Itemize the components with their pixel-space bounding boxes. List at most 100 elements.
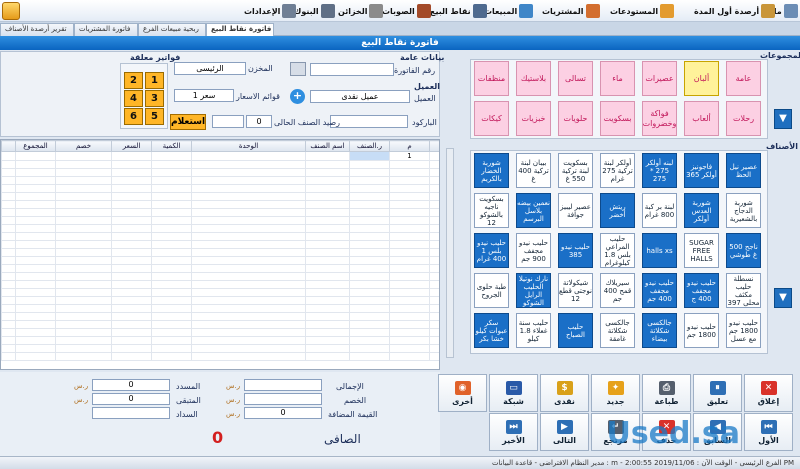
menu-item-8[interactable]: البنوك (294, 3, 335, 19)
grid-cell[interactable] (429, 224, 439, 233)
grid-cell[interactable] (111, 184, 152, 193)
grid-cell[interactable] (55, 176, 112, 185)
grid-cell[interactable] (55, 240, 112, 249)
grid-cell[interactable] (349, 288, 390, 297)
grid-cell[interactable] (305, 176, 350, 185)
grid-cell[interactable] (151, 304, 192, 313)
grid-cell[interactable] (389, 192, 430, 201)
grid-cell[interactable] (305, 296, 350, 305)
grid-cell[interactable] (1, 288, 16, 297)
grid-cell[interactable] (15, 192, 56, 201)
grid-cell[interactable] (55, 312, 112, 321)
grid-cell[interactable] (111, 344, 152, 353)
grid-cell[interactable] (1, 208, 16, 217)
grid-cell[interactable] (151, 280, 192, 289)
table-row[interactable] (1, 208, 439, 217)
grid-cell[interactable] (111, 256, 152, 265)
menu-item-5[interactable]: نقاط البيع (430, 3, 487, 19)
new-button[interactable]: ✦ جديد (591, 374, 640, 412)
grid-cell[interactable] (349, 176, 390, 185)
grid-cell[interactable] (429, 312, 439, 321)
grid-cell[interactable] (389, 296, 430, 305)
grid-cell[interactable] (111, 232, 152, 241)
grid-cell[interactable] (55, 264, 112, 273)
grid-cell[interactable] (111, 352, 152, 361)
grid-cell[interactable] (191, 248, 306, 257)
grid-cell[interactable] (15, 248, 56, 257)
item-button[interactable]: ناجح 500 غ طوشي (726, 233, 761, 268)
tab-branch-profit[interactable]: ربحية مبيعات الفرع (138, 23, 206, 36)
item-button[interactable]: halls xs (642, 233, 677, 268)
item-button[interactable]: سكر عبوات كيلو خشا بكر (474, 313, 509, 348)
grid-cell[interactable] (15, 200, 56, 209)
grid-cell[interactable] (55, 184, 112, 193)
grid-cell[interactable] (429, 336, 439, 345)
grid-cell[interactable] (429, 208, 439, 217)
grid-cell[interactable] (389, 336, 430, 345)
grid-cell[interactable] (111, 264, 152, 273)
grid-cell[interactable] (349, 208, 390, 217)
grid-cell[interactable] (151, 168, 192, 177)
grid-cell[interactable] (1, 176, 16, 185)
group-button[interactable]: ماء (600, 61, 635, 96)
item-button[interactable]: شوربة العدس أولكر (684, 193, 719, 228)
invoice-items-grid[interactable]: المجموع خصم السعر الكمية الوحدة اسم الصن… (0, 139, 440, 370)
grid-cell[interactable] (429, 320, 439, 329)
grid-cell[interactable] (429, 151, 439, 161)
table-row[interactable] (1, 184, 439, 193)
grid-cell[interactable] (389, 280, 430, 289)
grid-cell[interactable] (55, 280, 112, 289)
item-button[interactable]: حليب سنة غعلاء 1.8 كيلو (516, 313, 551, 348)
grid-cell[interactable] (111, 168, 152, 177)
suspended-invoice-1[interactable]: 1 (145, 72, 164, 89)
item-button[interactable]: حليب نيدو مجفف 400 ج (684, 273, 719, 308)
grid-cell[interactable] (151, 232, 192, 241)
grid-cell[interactable] (111, 320, 152, 329)
grid-cell[interactable] (151, 176, 192, 185)
table-row[interactable] (1, 336, 439, 345)
grid-cell[interactable] (389, 352, 430, 361)
grid-cell[interactable] (191, 256, 306, 265)
item-button[interactable]: حليب نيدو بلس 1 400 غرام (474, 233, 509, 268)
invoice-search-icon[interactable] (290, 62, 306, 76)
grid-cell[interactable] (429, 280, 439, 289)
grid-cell[interactable] (1, 320, 16, 329)
grid-cell[interactable] (1, 240, 16, 249)
grid-cell[interactable] (349, 272, 390, 281)
grid-cell[interactable] (151, 288, 192, 297)
grid-cell[interactable] (349, 151, 390, 161)
grid-cell[interactable] (191, 312, 306, 321)
item-button[interactable]: حليب نيدو مجفف 400 جم (642, 273, 677, 308)
grid-cell[interactable] (55, 232, 112, 241)
grid-cell[interactable] (429, 304, 439, 313)
grid-cell[interactable] (55, 296, 112, 305)
grid-cell[interactable] (191, 200, 306, 209)
grid-cell[interactable] (151, 328, 192, 337)
grid-cell[interactable] (15, 176, 56, 185)
table-row[interactable] (1, 296, 439, 305)
table-row[interactable] (1, 352, 439, 361)
tab-purchase-invoice[interactable]: فاتورة المشتريات (74, 23, 138, 36)
grid-cell[interactable] (191, 160, 306, 169)
grid-cell[interactable] (191, 336, 306, 345)
item-button[interactable]: نعمين بيضه بلاسل البرسم (516, 193, 551, 228)
grid-cell[interactable] (111, 151, 152, 161)
grid-cell[interactable] (15, 328, 56, 337)
group-button[interactable]: تسالى (558, 61, 593, 96)
tab-pos-invoice[interactable]: فاتورة نقاط البيع (206, 23, 274, 36)
grid-cell[interactable] (1, 248, 16, 257)
grid-cell[interactable] (55, 248, 112, 257)
grid-cell[interactable] (429, 328, 439, 337)
item-button[interactable]: شيكولاتة نوجتى قطع 12 (558, 273, 593, 308)
item-button[interactable]: فاجونيز أولكر 365 (684, 153, 719, 188)
table-row[interactable] (1, 192, 439, 201)
col-total[interactable]: المجموع (15, 140, 56, 152)
item-button[interactable]: طبة حلوى الجروح (474, 273, 509, 308)
grid-cell[interactable] (151, 151, 192, 161)
grid-cell[interactable] (15, 264, 56, 273)
printer-button[interactable]: ⎙ طباعة (642, 374, 691, 412)
table-row[interactable] (1, 256, 439, 265)
grid-cell[interactable] (111, 216, 152, 225)
grid-cell[interactable] (389, 264, 430, 273)
grid-cell[interactable] (1, 168, 16, 177)
